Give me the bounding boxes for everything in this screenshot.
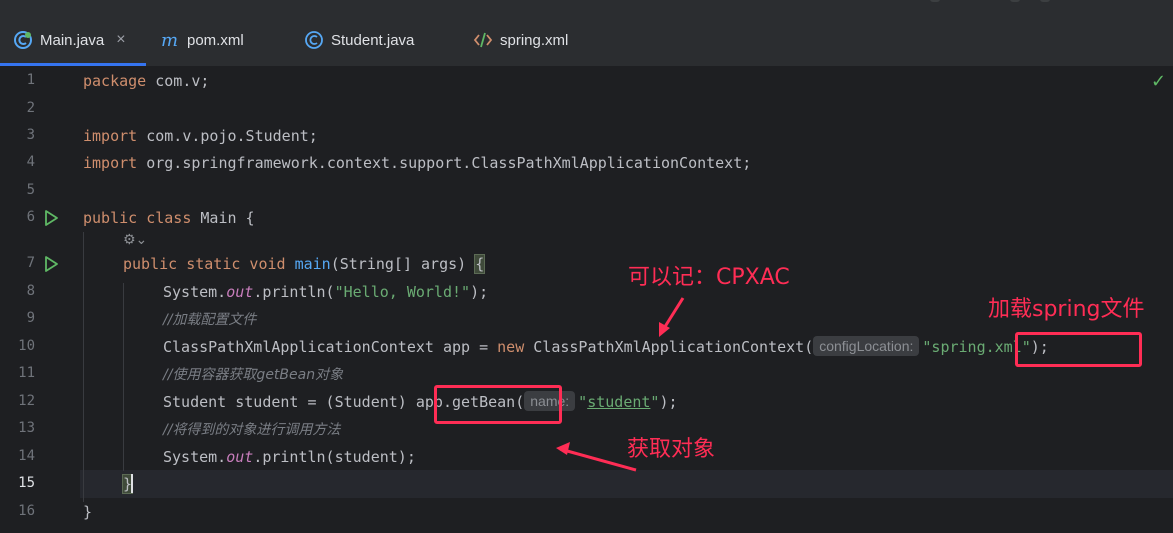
current-line-highlight xyxy=(0,470,1173,498)
code-text: ClassPathXmlApplicationContext( xyxy=(524,338,814,356)
line-number: 7 xyxy=(26,255,35,271)
code-line[interactable]: //将得到的对象进行调用方法 xyxy=(163,416,340,443)
code-line[interactable]: } xyxy=(83,499,92,526)
indent-guide xyxy=(123,283,124,471)
code-text: com.v.pojo.Student; xyxy=(137,127,318,145)
static-field: out xyxy=(226,283,254,301)
static-field: out xyxy=(226,448,254,466)
check-icon[interactable]: ✓ xyxy=(1151,71,1166,92)
tab-main-java[interactable]: Main.java × xyxy=(0,14,146,66)
code-editor[interactable]: 1 2 3 4 5 6 7 8 9 10 11 12 13 14 15 16 ✓… xyxy=(0,67,1173,533)
code-line[interactable]: ClassPathXmlApplicationContext app = new… xyxy=(163,334,1049,361)
code-line[interactable]: package com.v; xyxy=(83,68,209,95)
code-text: Student student = (Student) xyxy=(163,393,416,411)
code-text: (String[] args) xyxy=(330,255,476,273)
line-number: 12 xyxy=(18,393,35,409)
comment: //将得到的对象进行调用方法 xyxy=(163,422,341,438)
tab-pom-xml[interactable]: m pom.xml xyxy=(160,14,244,66)
code-text: org.springframework.context.support.Clas… xyxy=(137,154,752,172)
line-number: 1 xyxy=(26,72,35,88)
keyword: public static void xyxy=(123,255,286,273)
comment: //使用容器获取getBean对象 xyxy=(163,367,344,383)
code-text: ); xyxy=(470,283,489,301)
code-text: .println( xyxy=(253,283,335,301)
keyword: import xyxy=(83,154,138,172)
code-text: Main { xyxy=(191,209,255,227)
code-line[interactable]: //使用容器获取getBean对象 xyxy=(163,361,343,388)
code-text: System. xyxy=(163,448,227,466)
run-icon[interactable] xyxy=(42,255,60,273)
keyword: import xyxy=(83,127,138,145)
arrow-get-object xyxy=(559,447,637,472)
tab-label: Main.java xyxy=(40,31,105,49)
line-number: 8 xyxy=(26,283,35,299)
code-line[interactable]: System.out.println(student); xyxy=(163,444,416,471)
string-quote: " xyxy=(578,393,588,411)
line-number: 5 xyxy=(26,182,35,198)
line-number: 11 xyxy=(18,365,35,381)
matched-brace: { xyxy=(474,254,486,274)
tab-label: pom.xml xyxy=(187,31,244,49)
gear-icon[interactable]: ⚙⌄ xyxy=(123,232,147,248)
comment: //加载配置文件 xyxy=(163,312,257,328)
editor-tab-bar: Main.java × m pom.xml Student.java sprin… xyxy=(0,14,1173,67)
code-text: .println(student); xyxy=(253,448,416,466)
line-number: 3 xyxy=(26,127,35,143)
title-bar xyxy=(0,0,1173,14)
code-text: ); xyxy=(659,393,678,411)
code-line[interactable]: System.out.println("Hello, World!"); xyxy=(163,279,488,306)
line-number-gutter[interactable]: 1 2 3 4 5 6 7 8 9 10 11 12 13 14 15 16 xyxy=(0,67,80,533)
line-number: 10 xyxy=(18,338,35,354)
keyword: new xyxy=(497,338,525,356)
arrow-cpxac xyxy=(659,297,685,334)
code-text: ClassPathXmlApplicationContext app = xyxy=(163,338,498,356)
line-number: 2 xyxy=(26,100,35,116)
string-literal: student xyxy=(587,393,651,411)
tab-label: Student.java xyxy=(331,31,415,49)
maven-icon: m xyxy=(161,31,178,49)
arrowhead-get-object xyxy=(556,442,570,455)
highlight-box xyxy=(434,385,562,424)
keyword: package xyxy=(83,72,147,90)
code-line[interactable]: public class Main { xyxy=(83,205,255,232)
code-line[interactable]: Student student = (Student) app.getBean(… xyxy=(163,389,678,416)
parameter-hint: configLocation: xyxy=(813,336,920,356)
code-line[interactable]: //加载配置文件 xyxy=(163,306,256,333)
line-number: 14 xyxy=(18,448,35,464)
tab-spring-xml[interactable]: spring.xml xyxy=(473,14,568,66)
java-class-icon xyxy=(14,31,32,49)
annotation-get-object: 获取对象 xyxy=(627,437,716,462)
indent-guide xyxy=(83,232,84,502)
line-number: 13 xyxy=(18,420,35,436)
code-text: System. xyxy=(163,283,227,301)
close-icon[interactable]: × xyxy=(116,31,125,49)
tab-student-java[interactable]: Student.java xyxy=(304,14,414,66)
annotation-load-spring: 加载spring文件 xyxy=(988,297,1145,322)
text-caret xyxy=(131,474,133,493)
line-number: 16 xyxy=(18,503,35,519)
keyword: public class xyxy=(83,209,192,227)
title-bar-control[interactable] xyxy=(1040,0,1050,2)
code-text: com.v; xyxy=(146,72,210,90)
class-c-icon xyxy=(305,31,323,49)
line-number: 4 xyxy=(26,154,35,170)
line-number-current: 15 xyxy=(18,475,35,491)
code-line[interactable]: import org.springframework.context.suppo… xyxy=(83,150,751,177)
code-line[interactable]: public static void main(String[] args) { xyxy=(123,251,486,278)
string-literal: "Hello, World!" xyxy=(334,283,471,301)
line-number: 6 xyxy=(26,209,35,225)
title-bar-control[interactable] xyxy=(930,0,940,2)
annotation-cpxac: 可以记：CPXAC xyxy=(628,265,790,290)
run-icon[interactable] xyxy=(42,209,60,227)
code-line[interactable]: import com.v.pojo.Student; xyxy=(83,123,318,150)
highlight-box xyxy=(1015,332,1142,367)
line-number: 9 xyxy=(26,310,35,326)
code-text: } xyxy=(83,503,93,521)
method-name: main xyxy=(294,255,331,273)
title-bar-control[interactable] xyxy=(1010,0,1020,2)
xml-file-icon xyxy=(473,32,493,48)
svg-text:m: m xyxy=(161,31,178,49)
tab-label: spring.xml xyxy=(500,31,569,49)
